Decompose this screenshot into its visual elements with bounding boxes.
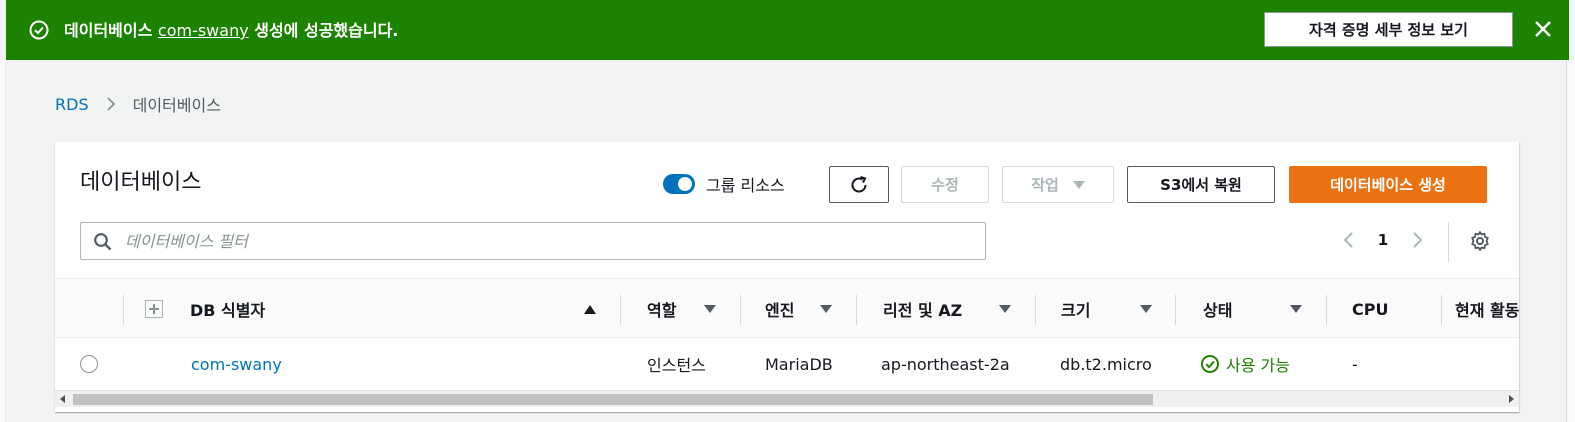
current-page[interactable]: 1 — [1359, 231, 1407, 249]
search-input[interactable] — [125, 228, 965, 254]
breadcrumb-rds-link[interactable]: RDS — [55, 95, 89, 114]
sort-caret-icon — [704, 305, 716, 313]
table-row[interactable]: com-swany 인스턴스 MariaDB ap-northeast-2a d… — [55, 338, 1519, 390]
column-size[interactable]: 크기 — [1061, 279, 1152, 339]
success-check-icon — [29, 20, 49, 40]
cell-status: 사용 가능 — [1200, 338, 1290, 390]
cell-engine: MariaDB — [765, 354, 833, 374]
view-credentials-button[interactable]: 자격 증명 세부 정보 보기 — [1264, 12, 1513, 47]
sort-caret-icon — [1140, 305, 1152, 313]
column-divider — [123, 295, 124, 325]
horizontal-scrollbar[interactable] — [55, 390, 1519, 407]
column-region[interactable]: 리전 및 AZ — [883, 279, 1011, 339]
expand-all-icon[interactable] — [145, 300, 163, 318]
left-edge — [0, 60, 6, 422]
chevron-right-icon — [106, 97, 115, 111]
modify-button[interactable]: 수정 — [901, 166, 989, 203]
create-database-button[interactable]: 데이터베이스 생성 — [1289, 166, 1487, 203]
page-scrollbar[interactable] — [1566, 60, 1575, 422]
column-role[interactable]: 역할 — [647, 279, 716, 339]
restore-from-s3-button[interactable]: S3에서 복원 — [1127, 166, 1275, 203]
sort-ascending-icon[interactable] — [583, 279, 597, 339]
databases-panel: 데이터베이스 그룹 리소스 수정 작업 S3에서 복원 데이터베이스 생성 1 — [55, 142, 1519, 412]
cell-role: 인스턴스 — [647, 356, 706, 375]
column-status[interactable]: 상태 — [1203, 279, 1302, 339]
scroll-left-arrow-icon[interactable] — [60, 395, 65, 403]
gear-icon[interactable] — [1468, 229, 1492, 253]
page-title: 데이터베이스 — [80, 170, 202, 195]
row-select-radio[interactable] — [80, 355, 98, 373]
column-divider — [1175, 295, 1176, 325]
column-divider — [1035, 295, 1036, 325]
column-divider — [1326, 295, 1327, 325]
table-header: DB 식별자 역할 엔진 리전 및 AZ 크기 상태 CPU 현재 활동 — [55, 278, 1519, 338]
sort-caret-icon — [1290, 305, 1302, 313]
search-icon — [94, 233, 112, 251]
status-available-icon — [1201, 355, 1219, 373]
database-filter[interactable] — [80, 222, 986, 260]
scrollbar-thumb[interactable] — [73, 394, 1153, 405]
column-divider — [1441, 295, 1442, 325]
column-cpu[interactable]: CPU — [1352, 279, 1388, 339]
cell-size: db.t2.micro — [1060, 354, 1152, 374]
db-identifier-link[interactable]: com-swany — [191, 338, 282, 390]
column-activity[interactable]: 현재 활동 — [1455, 279, 1519, 339]
cell-cpu: - — [1352, 354, 1358, 374]
chevron-right-icon[interactable] — [1407, 228, 1427, 252]
breadcrumb: RDS 데이터베이스 — [55, 92, 221, 116]
scroll-right-arrow-icon[interactable] — [1509, 395, 1514, 403]
group-resources-toggle[interactable]: 그룹 리소스 — [663, 172, 785, 196]
divider — [1448, 222, 1449, 262]
flash-db-link[interactable]: com-swany — [158, 21, 249, 40]
chevron-left-icon[interactable] — [1339, 228, 1359, 252]
column-db-id[interactable]: DB 식별자 — [190, 279, 265, 339]
actions-dropdown[interactable]: 작업 — [1002, 166, 1114, 203]
actions-label: 작업 — [1031, 176, 1059, 194]
sort-caret-icon — [999, 305, 1011, 313]
sort-caret-icon — [820, 305, 832, 313]
pagination: 1 — [1339, 228, 1427, 252]
status-text: 사용 가능 — [1226, 356, 1290, 375]
cell-region: ap-northeast-2a — [881, 354, 1010, 374]
group-resources-label: 그룹 리소스 — [706, 176, 785, 195]
breadcrumb-current: 데이터베이스 — [132, 96, 221, 115]
close-icon[interactable] — [1531, 17, 1555, 41]
refresh-button[interactable] — [829, 166, 889, 203]
toggle-switch[interactable] — [663, 174, 695, 194]
caret-down-icon — [1072, 180, 1085, 189]
column-divider — [620, 295, 621, 325]
flash-message: 데이터베이스 com-swany 생성에 성공했습니다. — [64, 21, 399, 40]
success-flash-banner: 데이터베이스 com-swany 생성에 성공했습니다. 자격 증명 세부 정보… — [6, 0, 1569, 60]
column-engine[interactable]: 엔진 — [765, 279, 832, 339]
column-divider — [856, 295, 857, 325]
refresh-icon — [851, 175, 867, 192]
column-divider — [740, 295, 741, 325]
